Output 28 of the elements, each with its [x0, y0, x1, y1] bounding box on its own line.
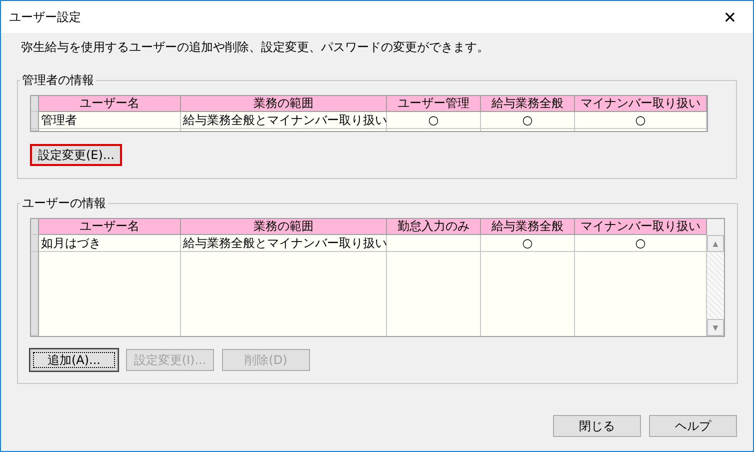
column-header: マイナンバー取り扱い — [575, 96, 707, 112]
table-cell: ○ — [481, 235, 575, 252]
action-button[interactable]: 設定変更(E)... — [30, 144, 122, 166]
column-header: マイナンバー取り扱い — [575, 219, 707, 235]
group-title: 管理者の情報 — [21, 72, 95, 89]
table-cell: 管理者 — [39, 112, 181, 129]
close-button[interactable]: ✕ — [707, 1, 753, 33]
column-header: 給与業務全般 — [481, 96, 575, 112]
table-cell: ○ — [575, 112, 707, 129]
column-header: 業務の範囲 — [181, 219, 387, 235]
table-cell: 給与業務全般とマイナンバー取り扱い — [181, 112, 387, 129]
column-header: ユーザー名 — [39, 219, 181, 235]
column-header: 業務の範囲 — [181, 96, 387, 112]
column-header: ユーザー名 — [39, 96, 181, 112]
scrollbar-corner — [707, 219, 724, 235]
dialog-button[interactable]: ヘルプ — [649, 415, 737, 437]
column-header: 給与業務全般 — [481, 219, 575, 235]
table-cell: ○ — [481, 112, 575, 129]
column-header: ユーザー管理 — [387, 96, 481, 112]
group-title: ユーザーの情報 — [21, 195, 107, 212]
table-cell: 給与業務全般とマイナンバー取り扱い — [181, 235, 387, 252]
action-button[interactable]: 追加(A)... — [30, 349, 118, 371]
description-text: 弥生給与を使用するユーザーの追加や削除、設定変更、パスワードの変更ができます。 — [21, 39, 490, 56]
dialog-button[interactable]: 閉じる — [553, 415, 641, 437]
column-header: 勤怠入力のみ — [387, 219, 481, 235]
window-title: ユーザー設定 — [9, 8, 81, 26]
table-cell: 如月はづき — [39, 235, 181, 252]
table-cell: ○ — [387, 112, 481, 129]
